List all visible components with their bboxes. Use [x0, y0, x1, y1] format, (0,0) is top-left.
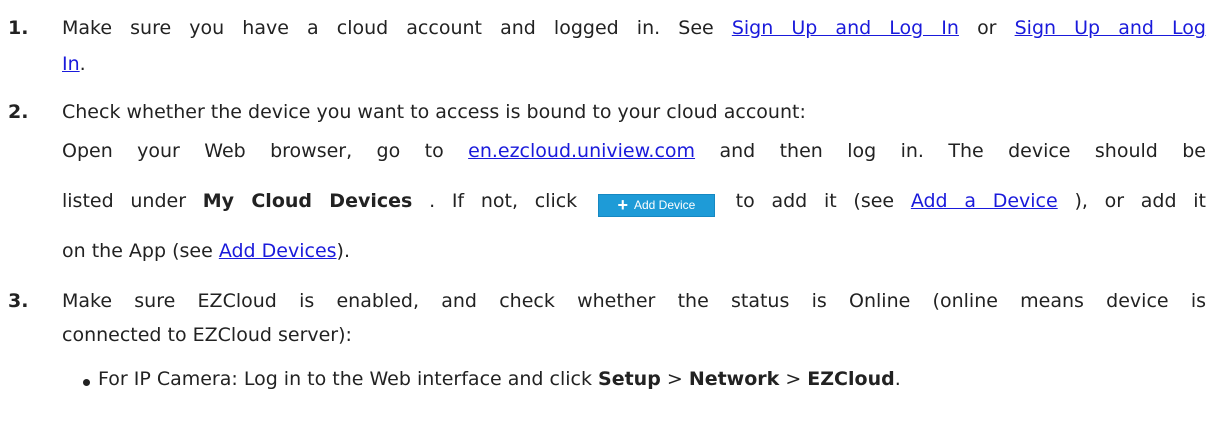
step-text: For IP Camera: Log in to the Web interfa…: [98, 368, 599, 390]
step-text: ), or add it: [1074, 190, 1206, 212]
step-2-line-4: on the App (see Add Devices).: [62, 240, 350, 262]
step-text: .: [894, 368, 901, 390]
add-device-button-label: Add Device: [633, 198, 696, 212]
add-devices-link[interactable]: Add Devices: [219, 240, 337, 262]
step-number: 2.: [8, 101, 29, 123]
step-3-line-1: Make sure EZCloud is enabled, and check …: [62, 290, 1206, 312]
step-text: Make sure you have a cloud account and l…: [62, 17, 732, 39]
step-2-line-1: Check whether the device you want to acc…: [62, 101, 806, 123]
step-text: to add it (see: [735, 190, 911, 212]
step-1-line-1: Make sure you have a cloud account and l…: [62, 17, 1206, 39]
step-text: on the App (see: [62, 240, 219, 262]
step-text: . If not, click: [429, 190, 578, 212]
step-number: 1.: [8, 17, 29, 39]
setup-menu-label: Setup: [598, 368, 661, 390]
step-2-line-2: Open your Web browser, go to en.ezcloud.…: [62, 140, 1206, 162]
step-text: ).: [336, 240, 350, 262]
step-2-line-3: listed under My Cloud Devices . If not, …: [62, 190, 1206, 217]
separator: >: [779, 368, 808, 390]
step-1-line-2: In.: [62, 53, 86, 75]
step-3-bullet-item: For IP Camera: Log in to the Web interfa…: [98, 368, 901, 390]
step-3-line-2: connected to EZCloud server):: [62, 324, 352, 346]
bullet-icon: [83, 379, 90, 386]
step-text: Open your Web browser, go to: [62, 140, 469, 162]
sign-up-log-in-link-2-continued[interactable]: In: [62, 53, 80, 75]
separator: >: [660, 368, 689, 390]
step-text: .: [79, 53, 86, 75]
step-text: and then log in. The device should be: [719, 140, 1206, 162]
ezcloud-url-link[interactable]: en.ezcloud.uniview.com: [468, 140, 695, 162]
step-number: 3.: [8, 290, 29, 312]
step-text: or: [977, 17, 1015, 39]
document-page: 1. Make sure you have a cloud account an…: [0, 0, 1216, 434]
step-text: listed under: [62, 190, 203, 212]
add-device-button[interactable]: + Add Device: [597, 193, 715, 217]
sign-up-log-in-link[interactable]: Sign Up and Log In: [732, 17, 959, 39]
my-cloud-devices-label: My Cloud Devices: [202, 190, 413, 212]
sign-up-log-in-link-2[interactable]: Sign Up and Log: [1015, 17, 1206, 39]
add-a-device-link[interactable]: Add a Device: [911, 190, 1058, 212]
plus-icon: +: [617, 195, 628, 215]
ezcloud-menu-label: EZCloud: [807, 368, 895, 390]
network-menu-label: Network: [688, 368, 780, 390]
